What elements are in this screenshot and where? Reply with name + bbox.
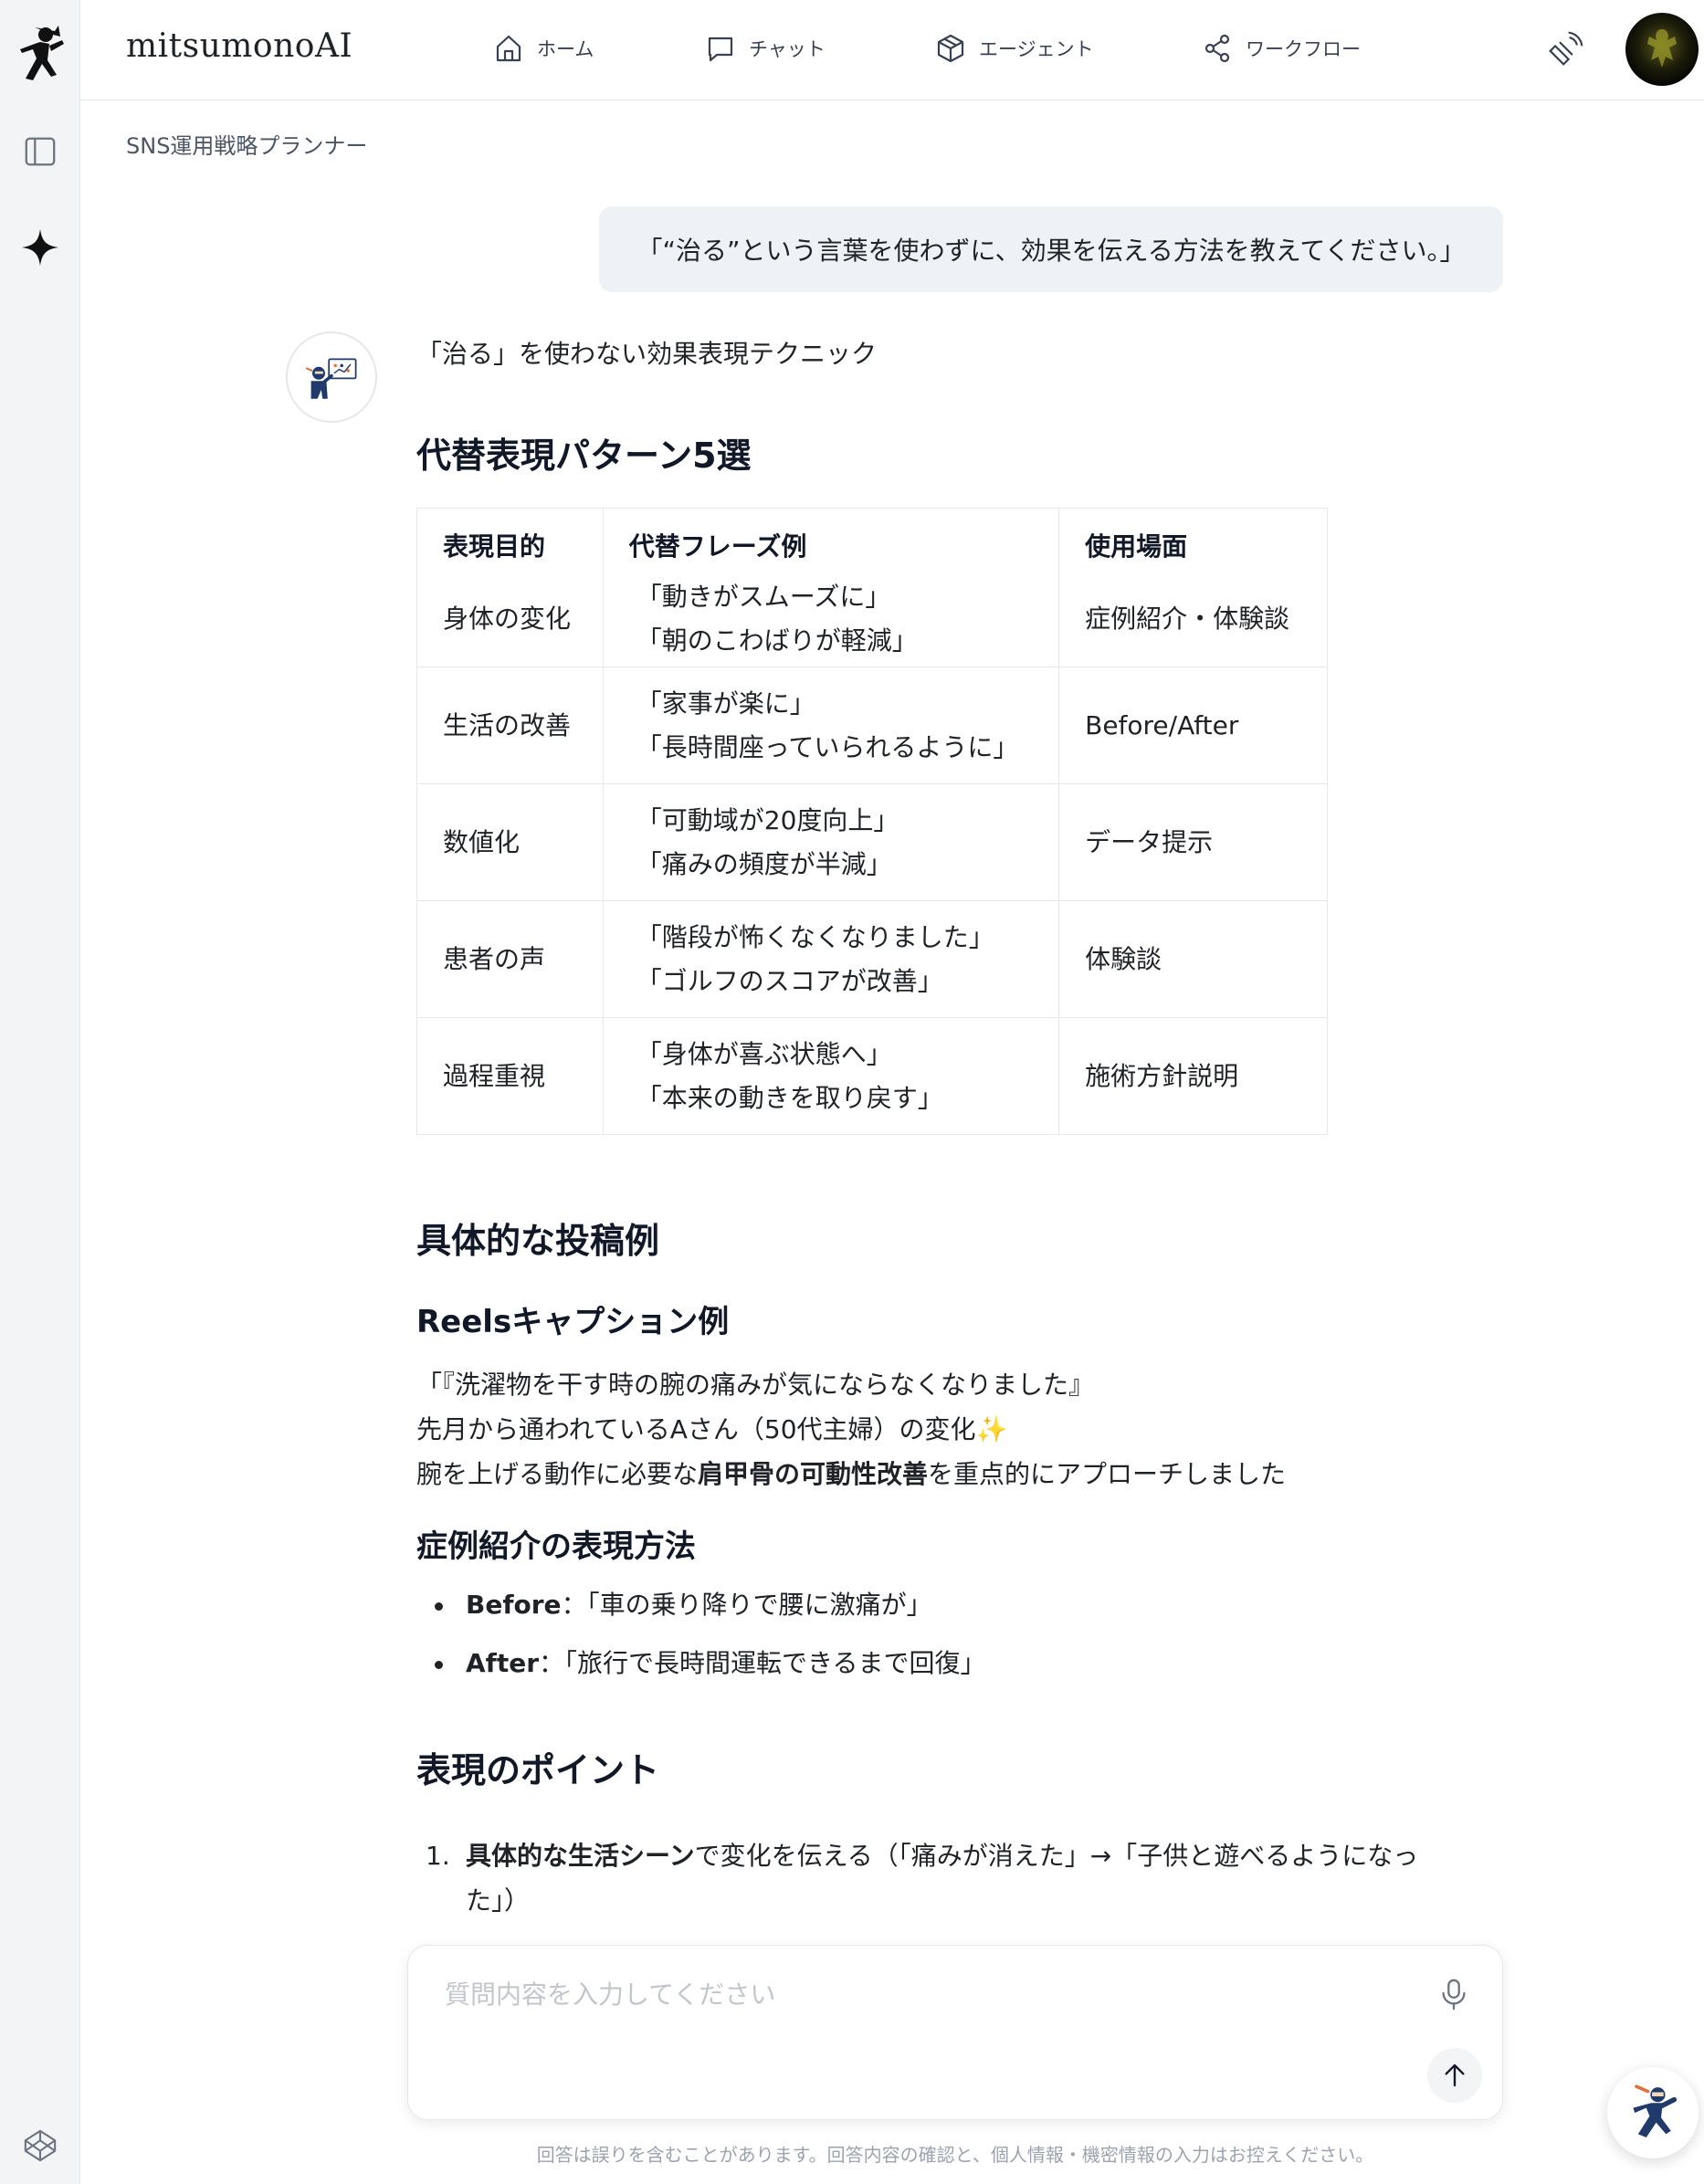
reels-caption-text: 「『洗濯物を干す時の腕の痛みが気にならなくなりました』 先月から通われているAさ… [416,1362,1286,1496]
table-header: 代替フレーズ例 [602,508,1060,572]
brand-name[interactable]: mitsumonoAI [126,27,352,65]
points-list: 1. 具体的な生活シーンで変化を伝える（「痛みが消えた」→「子供と遊べるようになっ… [416,1833,1467,1923]
scene-cell: Before/After [1058,667,1328,784]
scene-cell: データ提示 [1058,783,1328,901]
table-row: 生活の改善 「家事が楽に」「長時間座っていられるように」 Before/Afte… [416,667,1328,784]
table-header: 表現目的 [416,508,604,572]
question-input[interactable] [445,1973,1358,2015]
nav-agent-label: エージェント [979,38,1094,60]
list-item: Before：「車の乗り降りで腰に激痛が」 [416,1576,986,1634]
bold-text: After [466,1648,540,1678]
cube-icon [937,34,964,63]
before-after-list: Before：「車の乗り降りで腰に激痛が」 After：「旅行で長時間運転できる… [416,1576,986,1693]
purpose-cell: 患者の声 [416,900,604,1018]
nav-home[interactable]: ホーム [493,27,594,69]
user-message-bubble: 「“治る”という言葉を使わずに、効果を伝える方法を教えてください。」 [599,206,1503,292]
phrase-cell: 「家事が楽に」「長時間座っていられるように」 [602,667,1060,784]
table-row: 患者の声 「階段が怖くなくなりました」 「ゴルフのスコアが改善」 体験談 [416,900,1328,1018]
reels-line: 「『洗濯物を干す時の腕の痛みが気にならなくなりました』 [416,1370,1095,1400]
phrase-line: 「家事が楽に」 [636,688,815,719]
heading-reels-caption: Reelsキャプション例 [416,1304,730,1340]
breadcrumb[interactable]: SNS運用戦略プランナー [126,128,367,160]
text-span: ：「車の乗り降りで腰に激痛が」 [561,1590,932,1620]
nav-chat[interactable]: チャット [705,27,826,69]
phrase-cell: 「身体が喜ぶ状態へ」「本来の動きを取り戻す」 [602,1017,1060,1135]
assistant-answer: 「治る」を使わない効果表現テクニック 代替表現パターン5選 表現目的 代替フレー… [416,329,1494,1916]
list-number: 1. [426,1841,450,1871]
scene-cell: 体験談 [1058,900,1328,1018]
phrase-line: 「動きがスムーズに」 [636,582,891,613]
heading-post-examples: 具体的な投稿例 [416,1221,660,1261]
phrase-line: 「本来の動きを取り戻す」 [636,1082,943,1113]
assistant-avatar [286,331,377,423]
nav-home-label: ホーム [537,38,594,60]
chat-icon [708,37,733,62]
reels-line: 腕を上げる動作に必要な肩甲骨の可動性改善を重点的にアプローチしました [416,1452,1286,1496]
scene-cell: 施術方針説明 [1058,1017,1328,1135]
phrase-line: 「痛みの頻度が半減」 [636,848,892,879]
phrase-cell: 「階段が怖くなくなりました」 「ゴルフのスコアが改善」 [602,900,1060,1018]
nav-chat-label: チャット [749,38,826,60]
table-row: 数値化 「可動域が20度向上」 「痛みの頻度が半減」 データ提示 [416,783,1328,901]
satellite-icon[interactable] [1545,29,1585,69]
nav-workflow-label: ワークフロー [1246,38,1361,60]
purpose-cell: 過程重視 [416,1017,604,1135]
alternatives-table: 表現目的 代替フレーズ例 使用場面 身体の変化 「動きがスムーズに」 「朝のこわば… [416,508,1328,1135]
purpose-cell: 生活の改善 [416,667,604,784]
home-icon [496,35,521,62]
send-button[interactable] [1427,2048,1482,2103]
list-item: 1. 具体的な生活シーンで変化を伝える（「痛みが消えた」→「子供と遊べるようになっ… [416,1833,1467,1923]
bold-text: 肩甲骨の可動性改善 [698,1459,929,1489]
sparkle-icon[interactable] [19,226,61,268]
table-header-row: 表現目的 代替フレーズ例 使用場面 [416,508,1328,572]
phrase-line: 「朝のこわばりが軽減」 [636,625,918,656]
ninja-running-icon [1633,2084,1678,2137]
phrase-line: 「身体が喜ぶ状態へ」 [636,1038,892,1069]
heading-case-expression: 症例紹介の表現方法 [416,1528,696,1565]
microphone-icon[interactable] [1433,1973,1475,2015]
arrow-up-icon [1445,2063,1465,2087]
user-avatar[interactable] [1625,13,1699,86]
bold-text: 具体的な生活シーン [466,1841,695,1871]
disclaimer-text: 回答は誤りを含むことがあります。回答内容の確認と、個人情報・機密情報の入力はお控… [536,2144,1374,2166]
heading-points: 表現のポイント [416,1750,660,1790]
ninja-logo-icon[interactable] [13,24,68,89]
top-header: mitsumonoAI ホーム チャット エージェント ワークフロー [80,0,1704,100]
reels-line: 先月から通われているAさん（50代主婦）の変化✨ [416,1414,1008,1444]
table-row: 過程重視 「身体が喜ぶ状態へ」「本来の動きを取り戻す」 施術方針説明 [416,1017,1328,1135]
table-row: 身体の変化 「動きがスムーズに」 「朝のこわばりが軽減」 症例紹介・体験談 [416,572,1328,667]
ninja-presenter-icon [305,358,357,399]
nav-agent[interactable]: エージェント [935,27,1094,69]
phrase-line: 「可動域が20度向上」 [636,804,899,835]
codepen-cube-icon[interactable] [22,2127,58,2164]
user-message-text: 「“治る”という言葉を使わずに、効果を伝える方法を教えてください。」 [636,236,1466,266]
share-icon [1204,34,1230,63]
left-rail [0,0,80,2184]
text-span: を重点的にアプローチしました [928,1459,1287,1489]
chat-composer [407,1945,1503,2120]
bold-text: Before [466,1590,562,1620]
phrase-line: 「長時間座っていられるように」 [636,731,1019,762]
table-header: 使用場面 [1058,508,1328,572]
phrase-cell: 「動きがスムーズに」 「朝のこわばりが軽減」 [602,572,1060,667]
phrase-line: 「ゴルフのスコアが改善」 [636,965,943,996]
heading-alternatives: 代替表現パターン5選 [416,436,752,476]
nav-workflow[interactable]: ワークフロー [1202,27,1361,69]
text-span: 腕を上げる動作に必要な [416,1459,699,1489]
sidebar-toggle-icon[interactable] [22,133,58,170]
purpose-cell: 身体の変化 [416,572,604,667]
ninja-assistant-button[interactable] [1607,2067,1699,2158]
phrase-line: 「階段が怖くなくなりました」 [636,921,994,952]
scene-cell: 症例紹介・体験談 [1058,572,1328,667]
answer-lead: 「治る」を使わない効果表現テクニック [416,339,878,369]
text-span: ：「旅行で長時間運転できるまで回復」 [539,1648,986,1678]
purpose-cell: 数値化 [416,783,604,901]
phrase-cell: 「可動域が20度向上」 「痛みの頻度が半減」 [602,783,1060,901]
list-item: After：「旅行で長時間運転できるまで回復」 [416,1634,986,1693]
